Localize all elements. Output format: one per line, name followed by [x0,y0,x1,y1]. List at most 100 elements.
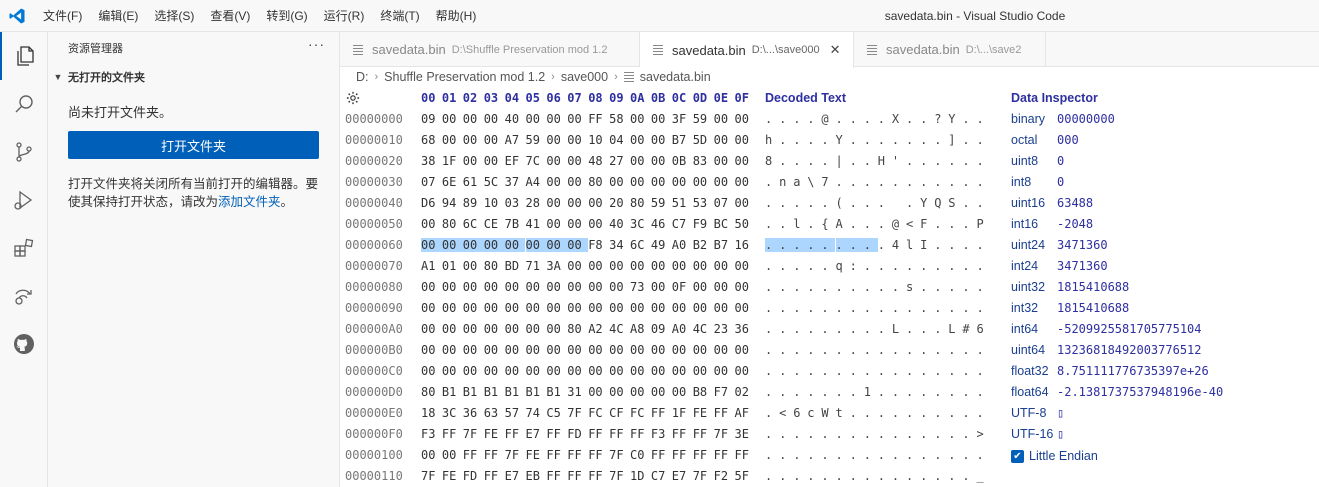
decoded-char[interactable]: . [836,427,848,441]
hex-byte[interactable]: CE [484,217,505,231]
hex-byte[interactable]: 07 [421,175,442,189]
hex-byte[interactable]: 00 [672,259,693,273]
decoded-char[interactable]: . [807,301,819,315]
decoded-char[interactable]: . [779,448,791,462]
decoded-char[interactable]: ] [948,133,960,147]
decoded-char[interactable]: . [977,343,989,357]
menu-item[interactable]: 文件(F) [35,0,90,32]
decoded-char[interactable]: Y [948,112,960,126]
hex-byte[interactable]: 09 [651,322,672,336]
inspector-field-value[interactable]: 63488 [1057,193,1093,214]
github-icon[interactable] [0,320,48,368]
hex-byte[interactable]: 00 [693,343,714,357]
hex-byte[interactable]: 3E [735,427,756,441]
hex-byte[interactable]: 80 [567,322,588,336]
hex-byte[interactable]: 5F [735,469,756,483]
hex-byte[interactable]: 00 [588,385,609,399]
decoded-char[interactable]: . [850,385,862,399]
hex-byte[interactable]: 00 [463,280,484,294]
decoded-char[interactable]: . [821,133,833,147]
hex-byte[interactable]: 94 [442,196,463,210]
add-folder-link[interactable]: 添加文件夹 [218,195,281,209]
hex-byte[interactable]: 00 [421,322,442,336]
hex-byte[interactable]: A4 [526,175,547,189]
decoded-char[interactable]: . [920,259,932,273]
decoded-char[interactable]: . [821,301,833,315]
decoded-char[interactable]: . [821,385,833,399]
decoded-char[interactable]: . [836,280,848,294]
hex-byte[interactable]: 00 [505,322,526,336]
decoded-char[interactable]: s [906,280,918,294]
hex-byte[interactable]: 00 [651,154,672,168]
menu-item[interactable]: 编辑(E) [90,0,146,32]
decoded-char[interactable]: . [864,175,876,189]
hex-byte[interactable]: 00 [630,259,651,273]
decoded-char[interactable]: . [850,280,862,294]
decoded-char[interactable]: . [807,343,819,357]
hex-byte[interactable]: C5 [546,406,567,420]
decoded-char[interactable]: . [906,133,918,147]
decoded-char[interactable]: . [934,154,946,168]
decoded-char[interactable]: . [864,406,876,420]
decoded-char[interactable]: X [892,112,904,126]
hex-byte[interactable]: 00 [735,259,756,273]
decoded-char[interactable]: . [878,322,890,336]
decoded-char[interactable]: . [920,301,932,315]
decoded-char[interactable]: . [977,175,989,189]
decoded-char[interactable]: . [892,448,904,462]
decoded-char[interactable]: . [864,133,876,147]
decoded-char[interactable]: . [948,154,960,168]
hex-byte[interactable]: 00 [546,175,567,189]
hex-byte[interactable]: 00 [672,385,693,399]
hex-byte[interactable]: E7 [505,469,526,483]
decoded-char[interactable]: . [765,238,780,252]
hex-byte[interactable]: A0 [672,322,693,336]
decoded-char[interactable]: . [977,238,989,252]
decoded-char[interactable]: . [920,133,932,147]
decoded-char[interactable]: . [821,238,836,252]
decoded-char[interactable]: . [821,259,833,273]
hex-byte[interactable]: 00 [567,343,588,357]
decoded-char[interactable]: l [793,217,805,231]
hex-byte[interactable]: 03 [505,196,526,210]
decoded-char[interactable]: . [850,196,862,210]
hex-byte[interactable]: 00 [484,301,505,315]
inspector-field-value[interactable]: 8.751111776735397e+26 [1057,361,1209,382]
decoded-char[interactable]: . [977,259,989,273]
hex-byte[interactable]: 00 [421,301,442,315]
hex-byte[interactable]: 00 [567,364,588,378]
hex-byte[interactable]: 80 [421,385,442,399]
hex-byte[interactable]: FF [651,448,672,462]
decoded-char[interactable]: . [948,343,960,357]
hex-byte[interactable]: 00 [630,385,651,399]
hex-byte[interactable]: FC [588,406,609,420]
decoded-char[interactable]: . [864,469,876,483]
inspector-field-value[interactable]: 0 [1057,151,1064,172]
decoded-char[interactable]: . [920,343,932,357]
decoded-char[interactable]: . [836,385,848,399]
hex-byte[interactable]: A2 [588,322,609,336]
decoded-char[interactable]: . [906,364,918,378]
breadcrumb-subfolder[interactable]: save000 [561,70,608,84]
decoded-char[interactable]: . [892,133,904,147]
decoded-char[interactable]: . [836,322,848,336]
hex-byte[interactable]: 31 [567,385,588,399]
hex-byte[interactable]: 00 [546,112,567,126]
hex-byte[interactable]: 00 [526,322,547,336]
decoded-char[interactable]: . [878,217,890,231]
decoded-char[interactable]: . [920,280,932,294]
inspector-field-value[interactable]: 000 [1057,130,1079,151]
decoded-char[interactable]: . [934,427,946,441]
hex-byte[interactable]: D6 [421,196,442,210]
hex-byte[interactable]: 09 [421,112,442,126]
decoded-char[interactable]: . [850,133,862,147]
hex-byte[interactable]: 00 [693,280,714,294]
decoded-char[interactable]: . [793,259,805,273]
hex-byte[interactable]: FD [463,469,484,483]
decoded-char[interactable]: . [864,259,876,273]
decoded-char[interactable]: . [793,343,805,357]
hex-byte[interactable]: A1 [421,259,442,273]
hex-byte[interactable]: 00 [651,280,672,294]
decoded-char[interactable]: . [836,343,848,357]
decoded-char[interactable]: . [807,322,819,336]
